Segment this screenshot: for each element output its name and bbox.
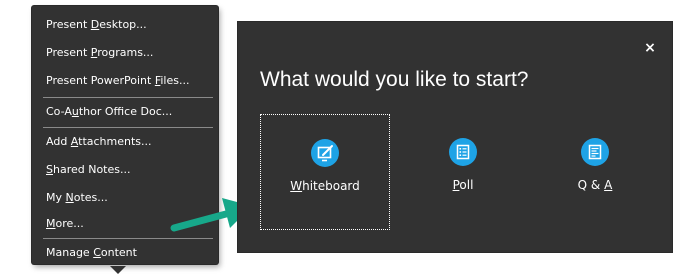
menu-item-label: Present [46, 46, 91, 59]
menu-item-label: Co-A [46, 105, 72, 118]
menu-item-label: ttachments... [78, 135, 152, 148]
menu-item-label: hared Notes... [52, 163, 131, 176]
menu-item-label: ontent [100, 246, 137, 259]
poll-option[interactable]: Poll [398, 114, 528, 230]
menu-item-present-powerpoint-files[interactable]: Present PowerPoint Files... [46, 70, 206, 92]
menu-item-present-desktop[interactable]: Present Desktop... [46, 14, 206, 36]
menu-item-shared-notes[interactable]: Shared Notes... [46, 159, 206, 181]
menu-item-label: thor Office Doc... [78, 105, 173, 118]
menu-item-label: ore... [55, 217, 84, 230]
menu-item-manage-content[interactable]: Manage Content [46, 242, 206, 264]
whiteboard-icon [311, 139, 339, 167]
option-label-text: hiteboard [302, 179, 360, 193]
menu-item-accelerator: N [65, 191, 74, 204]
menu-item-label: Manage [46, 246, 94, 259]
qa-option[interactable]: Q & A [530, 114, 660, 230]
menu-item-accelerator: M [46, 217, 56, 230]
menu-item-co-author-office-doc[interactable]: Co-Author Office Doc... [46, 101, 206, 123]
menu-item-label: Add [46, 135, 71, 148]
screenshot-stage: Present Desktop... Present Programs... P… [0, 0, 674, 276]
menu-item-accelerator: S [46, 163, 53, 176]
whiteboard-label: Whiteboard [261, 179, 389, 193]
menu-item-label: esktop... [99, 18, 147, 31]
dialog-title: What would you like to start? [260, 68, 529, 91]
menu-item-accelerator: u [71, 105, 79, 118]
option-label-text: oll [459, 178, 474, 192]
menu-item-accelerator: D [90, 18, 100, 31]
menu-item-add-attachments[interactable]: Add Attachments... [46, 131, 206, 153]
menu-item-label: rograms... [97, 46, 154, 59]
menu-item-label: iles... [160, 74, 190, 87]
menu-item-label: My [46, 191, 66, 204]
option-label-text: Q & [577, 178, 605, 192]
whiteboard-option[interactable]: Whiteboard [260, 114, 390, 230]
option-label-accelerator: A [604, 178, 613, 192]
menu-pointer-caret [110, 266, 126, 274]
menu-separator [43, 97, 213, 98]
close-icon[interactable]: × [642, 40, 658, 56]
menu-item-label: otes... [73, 191, 108, 204]
start-dialog: × What would you like to start? Whiteboa… [238, 22, 672, 252]
poll-icon [449, 138, 477, 166]
menu-item-label: Present [46, 18, 91, 31]
menu-separator [43, 127, 213, 128]
menu-item-label: Present PowerPoint [46, 74, 155, 87]
qa-icon [581, 138, 609, 166]
qa-label: Q & A [530, 178, 660, 192]
menu-item-accelerator: C [93, 246, 101, 259]
poll-label: Poll [398, 178, 528, 192]
menu-item-present-programs[interactable]: Present Programs... [46, 42, 206, 64]
option-label-accelerator: W [290, 179, 303, 193]
